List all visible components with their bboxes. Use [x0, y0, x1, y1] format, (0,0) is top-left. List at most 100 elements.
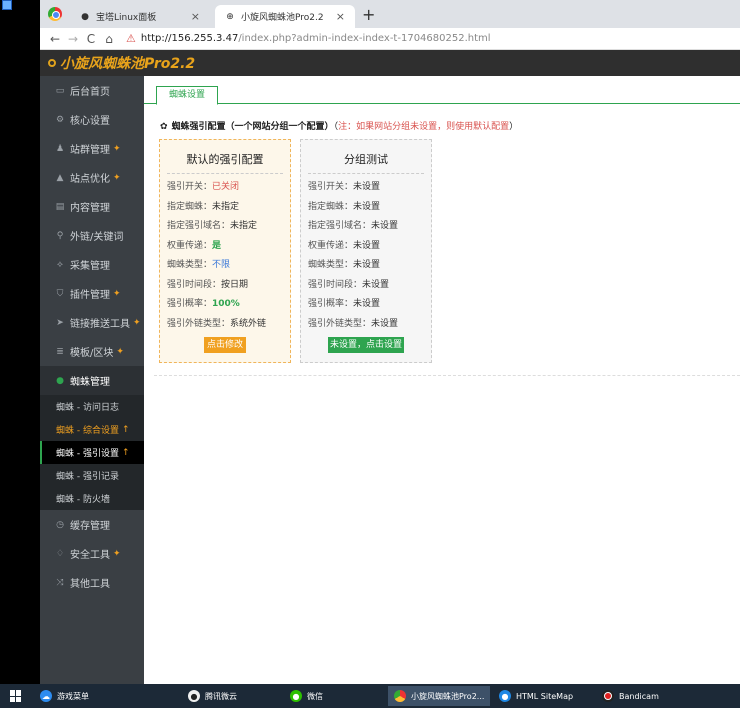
sidebar-item-links-keywords[interactable]: ⚲ 外链/关键词 [40, 221, 144, 250]
pin-icon: ✦ [113, 548, 121, 559]
sidebar-item-label: 内容管理 [70, 203, 110, 214]
tab-spider-pool[interactable]: ⊕ 小旋风蜘蛛池Pro2.2 × [215, 5, 355, 28]
sidebar-item-content[interactable]: ▤ 内容管理 [40, 192, 144, 221]
row-label: 强引外链类型： [167, 318, 231, 329]
sidebar-subitem-force-records[interactable]: 蜘蛛 - 强引记录 [40, 464, 144, 487]
sidebar-item-other-tools[interactable]: ⤨ 其他工具 [40, 568, 144, 597]
taskbar-item-game-menu[interactable]: ☁ 游戏菜单 [34, 686, 138, 706]
sidebar-item-site-optimize[interactable]: ▲ 站点优化 ✦ [40, 163, 144, 192]
penguin-icon: ● [188, 690, 200, 702]
forward-icon[interactable]: → [64, 32, 82, 46]
sidebar-subitem-general-settings[interactable]: 蜘蛛 - 综合设置 ↑ [40, 418, 144, 441]
sidebar-item-templates[interactable]: ≣ 模板/区块 ✦ [40, 337, 144, 366]
browser-tab-bar: ● 宝塔Linux面板 × ⊕ 小旋风蜘蛛池Pro2.2 × + [40, 0, 740, 28]
taskbar-item-label: Bandicam [619, 691, 659, 701]
sidebar-item-label: 安全工具 [70, 550, 110, 561]
url-path: /index.php?admin-index-index-t-170468025… [238, 33, 491, 44]
taskbar-item-label: 微信 [307, 691, 323, 701]
desktop-app-icon[interactable] [2, 0, 12, 10]
not-secure-icon: ⚠ [126, 32, 136, 45]
card-title: 默认的强引配置 [167, 140, 283, 174]
sidebar-subitem-label: 蜘蛛 - 防火墙 [56, 495, 110, 505]
tab-baota-panel[interactable]: ● 宝塔Linux面板 × [70, 5, 210, 28]
config-note-close: ） [509, 122, 519, 132]
app-title[interactable]: 小旋风蜘蛛池Pro2.2 [60, 53, 195, 73]
sidebar-subitem-label: 蜘蛛 - 访问日志 [56, 403, 119, 413]
row-value: 未设置 [353, 299, 381, 309]
row-label: 强引时间段： [308, 279, 363, 290]
row-label: 指定强引域名： [167, 221, 231, 231]
row-value: 未设置 [353, 240, 381, 251]
row-spider-type: 蜘蛛类型：不限 [167, 256, 283, 276]
row-probability: 强引概率：未设置 [308, 295, 424, 315]
config-heading: ✿ 蜘蛛强引配置（一个网站分组一个配置）（注：如果网站分组未设置，则使用默认配置） [160, 119, 518, 132]
sidebar-subitem-force-settings[interactable]: 蜘蛛 - 强引设置 ↑ [40, 441, 144, 464]
row-weight: 权重传递：未设置 [308, 237, 424, 257]
sidebar-item-label: 外链/关键词 [70, 232, 124, 243]
set-config-button[interactable]: 未设置，点击设置 [328, 337, 404, 353]
row-domain: 指定强引域名：未设置 [308, 217, 424, 237]
taskbar-item-weiyun[interactable]: ● 腾讯微云 [182, 686, 286, 706]
sidebar-item-label: 采集管理 [70, 261, 110, 272]
sidebar-item-collect[interactable]: ⟡ 采集管理 [40, 250, 144, 279]
gear-icon: ⚙ [55, 114, 65, 125]
row-label: 权重传递： [167, 240, 213, 251]
pin-icon: ✦ [113, 172, 121, 183]
back-icon[interactable]: ← [46, 32, 64, 46]
home-icon[interactable]: ⌂ [100, 32, 118, 46]
taskbar-item-label: 小旋风蜘蛛池Pro2... [411, 691, 485, 701]
taskbar-item-wechat[interactable]: ● 微信 [284, 686, 384, 706]
row-value: 不限 [212, 260, 231, 270]
address-bar[interactable]: ⚠ http://156.255.3.47/index.php?admin-in… [126, 32, 491, 45]
edit-button[interactable]: 点击修改 [204, 337, 246, 353]
chart-icon: ▲ [56, 172, 64, 183]
taskbar-item-sitemap[interactable]: ● HTML SiteMap [493, 686, 593, 706]
row-value: 未指定 [230, 221, 258, 231]
start-button[interactable] [0, 684, 32, 708]
row-link-type: 强引外链类型：系统外链 [167, 315, 283, 335]
sidebar-subitem-access-log[interactable]: 蜘蛛 - 访问日志 [40, 395, 144, 418]
browser-window: ● 宝塔Linux面板 × ⊕ 小旋风蜘蛛池Pro2.2 × + ← → C ⌂… [40, 0, 740, 684]
collect-icon: ⟡ [57, 259, 63, 270]
monitor-icon: ▭ [55, 85, 65, 96]
baota-favicon-icon: ● [81, 11, 89, 22]
sidebar-item-spider[interactable]: ● 蜘蛛管理 [40, 366, 144, 395]
tab-spider-settings[interactable]: 蜘蛛设置 [156, 86, 219, 105]
sidebar-item-home[interactable]: ▭ 后台首页 [40, 76, 144, 105]
sidebar-item-label: 后台首页 [70, 87, 110, 98]
sidebar-item-link-push[interactable]: ➤ 链接推送工具 ✦ [40, 308, 144, 337]
row-label: 强引概率： [167, 299, 213, 309]
plug-icon: ⛉ [56, 288, 64, 299]
link-icon: ⚲ [56, 230, 64, 241]
taskbar-item-bandicam[interactable]: Bandicam [596, 686, 696, 706]
reload-icon[interactable]: C [82, 32, 100, 46]
config-note: 注：如果网站分组未设置，则使用默认配置 [338, 122, 510, 132]
sidebar-subitem-label: 蜘蛛 - 综合设置 [56, 426, 119, 436]
row-label: 强引时间段： [167, 279, 222, 290]
pin-icon: ✦ [113, 288, 121, 299]
tab-title: 小旋风蜘蛛池Pro2.2 [241, 13, 324, 23]
row-value: 按日期 [221, 279, 249, 290]
sidebar-item-label: 插件管理 [70, 290, 110, 301]
sidebar-item-cache[interactable]: ◷ 缓存管理 [40, 510, 144, 539]
record-icon [602, 690, 614, 702]
sidebar-item-core-settings[interactable]: ⚙ 核心设置 [40, 105, 144, 134]
tab-close-icon[interactable]: × [191, 10, 200, 23]
taskbar: ☁ 游戏菜单 ● 腾讯微云 ● 微信 小旋风蜘蛛池Pro2... ● HTML Site… [0, 684, 740, 708]
browser-icon [394, 690, 406, 702]
sidebar-subitem-label: 蜘蛛 - 强引设置 [56, 449, 119, 459]
sidebar-item-label: 其他工具 [70, 579, 110, 590]
row-value: 未设置 [353, 182, 381, 192]
sidebar-subitem-label: 蜘蛛 - 强引记录 [56, 472, 119, 482]
row-spider: 指定蜘蛛：未指定 [167, 198, 283, 218]
new-tab-button[interactable]: + [362, 5, 375, 24]
sidebar-subitem-firewall[interactable]: 蜘蛛 - 防火墙 [40, 487, 144, 510]
row-value: 未设置 [353, 201, 381, 212]
sidebar-item-plugins[interactable]: ⛉ 插件管理 ✦ [40, 279, 144, 308]
tab-close-icon[interactable]: × [336, 10, 345, 23]
send-icon: ➤ [56, 317, 64, 328]
sidebar-item-security[interactable]: ♢ 安全工具 ✦ [40, 539, 144, 568]
taskbar-item-browser[interactable]: 小旋风蜘蛛池Pro2... [388, 686, 490, 706]
sidebar-item-site-group[interactable]: ♟ 站群管理 ✦ [40, 134, 144, 163]
row-force-switch: 强引开关：已关闭 [167, 178, 283, 198]
